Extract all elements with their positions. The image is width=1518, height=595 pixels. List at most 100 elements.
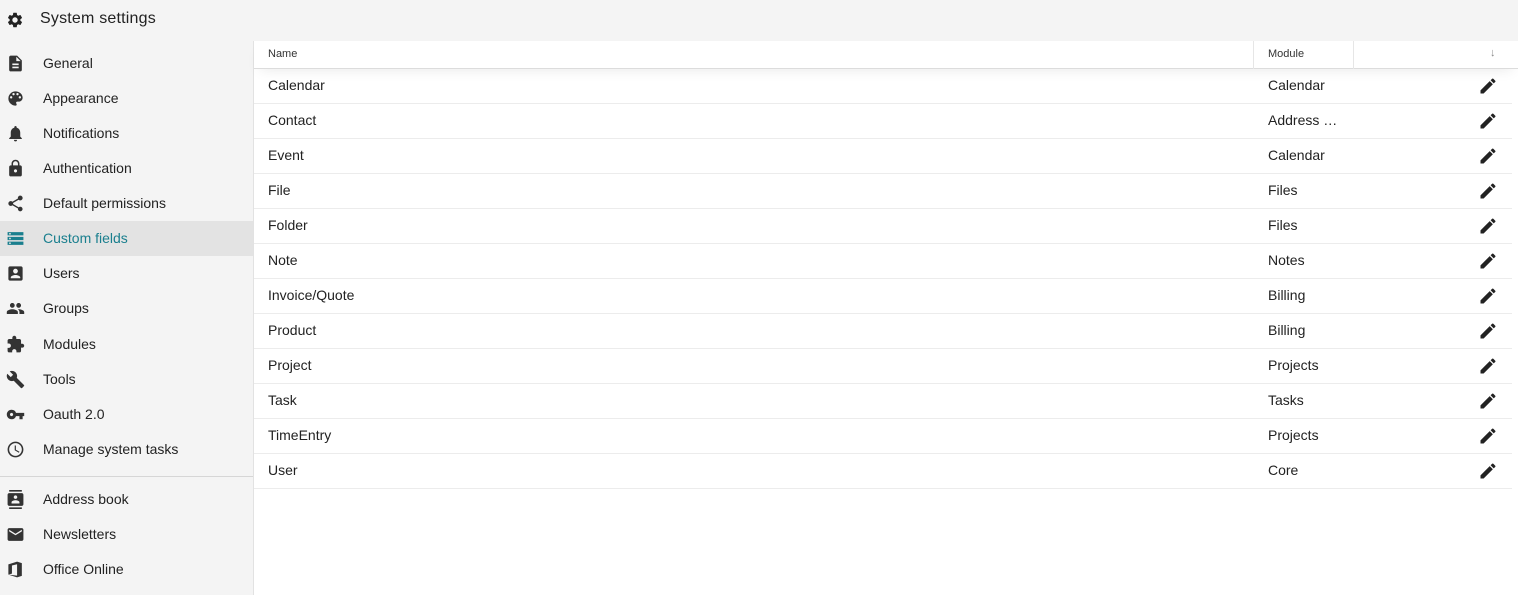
- table-row[interactable]: Folder Files: [254, 209, 1512, 244]
- sidebar-item-oauth[interactable]: Oauth 2.0: [0, 397, 253, 432]
- cell-name: Task: [268, 392, 297, 408]
- table-row[interactable]: User Core: [254, 454, 1512, 489]
- sidebar-item-label: Tools: [43, 371, 76, 387]
- puzzle-icon: [7, 335, 25, 353]
- sidebar-item-manage-system-tasks[interactable]: Manage system tasks: [0, 432, 253, 467]
- sidebar-item-address-book[interactable]: Address book: [0, 482, 253, 517]
- cell-name: Event: [268, 147, 304, 163]
- sidebar-item-label: Groups: [43, 300, 89, 316]
- cell-module: Files: [1268, 217, 1298, 233]
- edit-pencil-icon[interactable]: [1478, 461, 1498, 481]
- table-row[interactable]: Invoice/Quote Billing: [254, 279, 1512, 314]
- column-header-name[interactable]: Name: [268, 48, 297, 60]
- document-icon: [9, 55, 22, 72]
- sidebar: General Appearance Notifications Authent…: [0, 41, 254, 595]
- edit-pencil-icon[interactable]: [1478, 76, 1498, 96]
- mail-icon: [7, 528, 24, 541]
- table-row[interactable]: Event Calendar: [254, 139, 1512, 174]
- bell-icon: [9, 125, 22, 142]
- sidebar-item-groups[interactable]: Groups: [0, 291, 253, 326]
- cell-module: Projects: [1268, 357, 1319, 373]
- sidebar-item-office-online[interactable]: Office Online: [0, 552, 253, 587]
- office-icon: [8, 561, 22, 578]
- table-row[interactable]: Contact Address book: [254, 104, 1512, 139]
- page-title: System settings: [40, 10, 156, 27]
- sidebar-item-modules[interactable]: Modules: [0, 327, 253, 362]
- sidebar-item-custom-fields[interactable]: Custom fields: [0, 221, 253, 256]
- wrench-icon: [6, 370, 25, 389]
- people-icon: [6, 302, 25, 315]
- sidebar-item-tools[interactable]: Tools: [0, 362, 253, 397]
- cell-name: Invoice/Quote: [268, 287, 355, 303]
- share-icon: [8, 195, 23, 212]
- table-row[interactable]: Task Tasks: [254, 384, 1512, 419]
- table-row[interactable]: Calendar Calendar: [254, 69, 1512, 104]
- edit-pencil-icon[interactable]: [1478, 216, 1498, 236]
- sidebar-item-label: General: [43, 55, 93, 71]
- sidebar-item-label: Authentication: [43, 160, 132, 176]
- edit-pencil-icon[interactable]: [1478, 391, 1498, 411]
- table-row[interactable]: Project Projects: [254, 349, 1512, 384]
- sidebar-item-label: Office Online: [43, 561, 124, 577]
- sidebar-divider: [0, 476, 253, 477]
- cell-name: TimeEntry: [268, 427, 332, 443]
- cell-module: Core: [1268, 462, 1299, 478]
- edit-pencil-icon[interactable]: [1478, 321, 1498, 341]
- column-divider: [1253, 41, 1254, 69]
- sidebar-item-users[interactable]: Users: [0, 256, 253, 291]
- palette-icon: [8, 91, 23, 106]
- column-header-module[interactable]: Module: [1268, 48, 1304, 60]
- sidebar-item-label: Default permissions: [43, 195, 166, 211]
- edit-pencil-icon[interactable]: [1478, 146, 1498, 166]
- edit-pencil-icon[interactable]: [1478, 251, 1498, 271]
- sidebar-item-label: Appearance: [43, 90, 119, 106]
- cell-module: Files: [1268, 182, 1298, 198]
- top-bar: System settings: [0, 0, 1518, 41]
- account-box-icon: [8, 266, 23, 281]
- cell-name: Folder: [268, 217, 308, 233]
- custom-fields-panel: Name Module ↓ Calendar Calendar Contact Add…: [254, 41, 1518, 595]
- cell-module: Calendar: [1268, 77, 1325, 93]
- cell-module: Tasks: [1268, 392, 1304, 408]
- sidebar-item-label: Custom fields: [43, 230, 128, 246]
- sidebar-item-newsletters[interactable]: Newsletters: [0, 517, 253, 552]
- column-divider: [1353, 41, 1354, 69]
- sidebar-item-authentication[interactable]: Authentication: [0, 151, 253, 186]
- storage-list-icon: [7, 232, 24, 245]
- clock-icon: [7, 441, 24, 458]
- cell-name: Project: [268, 357, 312, 373]
- edit-pencil-icon[interactable]: [1478, 286, 1498, 306]
- cell-name: Note: [268, 252, 298, 268]
- cell-name: Calendar: [268, 77, 325, 93]
- sidebar-item-general[interactable]: General: [0, 46, 253, 81]
- cell-name: User: [268, 462, 298, 478]
- sidebar-item-notifications[interactable]: Notifications: [0, 116, 253, 151]
- gear-icon: [7, 12, 23, 28]
- sort-arrow-icon[interactable]: ↓: [1490, 47, 1496, 59]
- edit-pencil-icon[interactable]: [1478, 181, 1498, 201]
- key-icon: [6, 409, 25, 420]
- cell-name: Product: [268, 322, 317, 338]
- cell-module: Billing: [1268, 287, 1306, 303]
- table-row[interactable]: Product Billing: [254, 314, 1512, 349]
- contacts-icon: [7, 490, 24, 509]
- sidebar-item-label: Manage system tasks: [43, 441, 179, 457]
- table-row[interactable]: File Files: [254, 174, 1512, 209]
- cell-module: Notes: [1268, 252, 1305, 268]
- sidebar-item-default-permissions[interactable]: Default permissions: [0, 186, 253, 221]
- edit-pencil-icon[interactable]: [1478, 426, 1498, 446]
- edit-pencil-icon[interactable]: [1478, 111, 1498, 131]
- lock-icon: [9, 159, 22, 177]
- cell-module: Address book: [1268, 112, 1344, 128]
- sidebar-item-label: Oauth 2.0: [43, 406, 105, 422]
- cell-module: Billing: [1268, 322, 1306, 338]
- edit-pencil-icon[interactable]: [1478, 356, 1498, 376]
- cell-module: Projects: [1268, 427, 1319, 443]
- table-header: Name Module ↓: [254, 41, 1518, 69]
- sidebar-item-label: Notifications: [43, 125, 120, 141]
- table-row[interactable]: TimeEntry Projects: [254, 419, 1512, 454]
- cell-name: Contact: [268, 112, 317, 128]
- table-row[interactable]: Note Notes: [254, 244, 1512, 279]
- cell-module: Calendar: [1268, 147, 1325, 163]
- sidebar-item-appearance[interactable]: Appearance: [0, 81, 253, 116]
